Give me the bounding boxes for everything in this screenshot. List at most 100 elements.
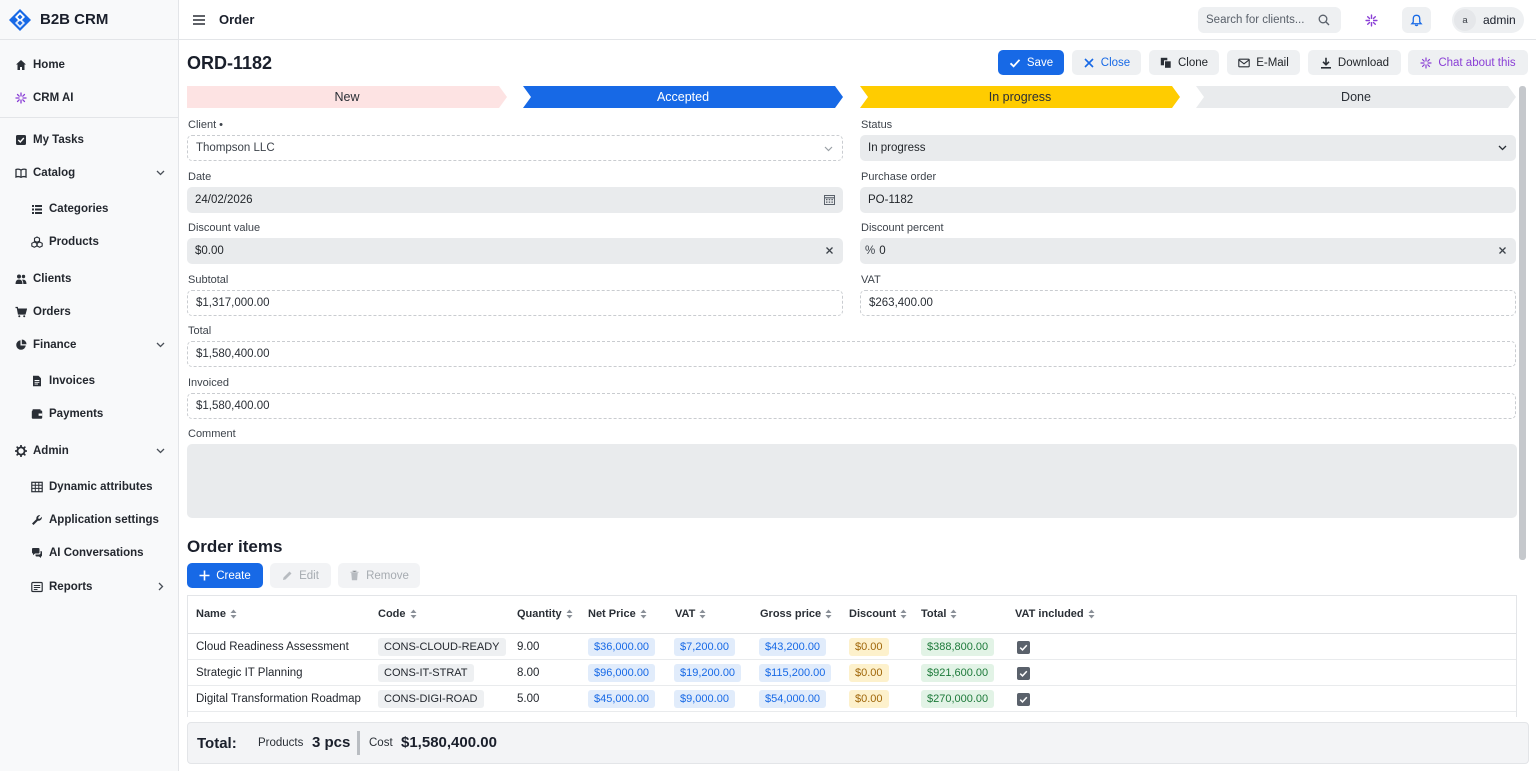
step-new[interactable]: New xyxy=(187,86,507,108)
check-icon xyxy=(1019,644,1028,651)
table-row[interactable]: Strategic IT Planning CONS-IT-STRAT 8.00… xyxy=(188,660,1516,686)
create-item-button[interactable]: Create xyxy=(187,563,263,588)
search-box[interactable] xyxy=(1198,7,1341,33)
edit-item-button[interactable]: Edit xyxy=(270,563,331,588)
clone-button-label: Clone xyxy=(1177,56,1209,69)
cell-vat: $7,200.00 xyxy=(674,634,735,660)
ai-assistant-button[interactable] xyxy=(1357,7,1386,33)
clear-icon[interactable] xyxy=(824,245,835,256)
brand[interactable]: B2B CRM xyxy=(0,0,178,40)
sidebar-item-products[interactable]: Products xyxy=(0,229,178,255)
sidebar-item-application-settings[interactable]: Application settings xyxy=(0,507,178,533)
sidebar-item-payments[interactable]: Payments xyxy=(0,401,178,427)
sidebar-item-my-tasks[interactable]: My Tasks xyxy=(0,127,178,153)
chevron-down-icon[interactable] xyxy=(1497,142,1508,153)
column-header-label: Total xyxy=(921,608,947,620)
chevron-right-icon[interactable] xyxy=(155,581,166,592)
step-in-progress[interactable]: In progress xyxy=(860,86,1180,108)
comment-textarea[interactable] xyxy=(187,444,1517,518)
email-button[interactable]: E-Mail xyxy=(1227,50,1300,75)
close-button[interactable]: Close xyxy=(1072,50,1141,75)
clear-icon[interactable] xyxy=(1497,245,1508,256)
vat-included-checkbox[interactable] xyxy=(1017,640,1030,654)
sidebar-item-clients[interactable]: Clients xyxy=(0,266,178,292)
sidebar-item-crm-ai[interactable]: CRM AI xyxy=(0,85,178,111)
sidebar-item-catalog[interactable]: Catalog xyxy=(0,160,178,186)
sidebar-item-ai-conversations[interactable]: AI Conversations xyxy=(0,540,178,566)
table-row[interactable]: Cloud Readiness Assessment CONS-CLOUD-RE… xyxy=(188,634,1516,660)
cell-name: Strategic IT Planning xyxy=(196,667,303,679)
notifications-button[interactable] xyxy=(1402,7,1431,33)
column-header-net-price[interactable]: Net Price xyxy=(588,608,647,620)
sidebar-item-orders[interactable]: Orders xyxy=(0,299,178,325)
sparkle-icon xyxy=(1365,13,1378,27)
summary-divider xyxy=(357,731,360,755)
sidebar-item-label: My Tasks xyxy=(33,134,84,146)
column-header-label: Discount xyxy=(849,608,897,620)
column-header-quantity[interactable]: Quantity xyxy=(517,608,573,620)
chevron-down-icon[interactable] xyxy=(155,339,166,350)
column-header-name[interactable]: Name xyxy=(196,608,237,620)
search-icon[interactable] xyxy=(1318,14,1330,26)
discount-value-field[interactable]: $0.00 xyxy=(187,238,843,264)
sidebar-item-categories[interactable]: Categories xyxy=(0,196,178,222)
sort-icon xyxy=(825,609,832,619)
step-done[interactable]: Done xyxy=(1196,86,1516,108)
chevron-down-icon[interactable] xyxy=(155,167,166,178)
purchase-order-field[interactable]: PO-1182 xyxy=(860,187,1516,213)
create-item-label: Create xyxy=(216,569,251,582)
envelope-icon xyxy=(1238,58,1250,67)
summary-products-label: Products xyxy=(258,737,304,749)
user-menu[interactable]: a admin xyxy=(1452,7,1524,33)
invoiced-label: Invoiced xyxy=(188,377,229,389)
column-header-total[interactable]: Total xyxy=(921,608,957,620)
sidebar-item-dynamic-attributes[interactable]: Dynamic attributes xyxy=(0,474,178,500)
column-header-vat-included[interactable]: VAT included xyxy=(1015,608,1095,620)
vat-badge: $9,000.00 xyxy=(674,690,735,708)
date-field[interactable]: 24/02/2026 xyxy=(187,187,843,213)
cell-name: Digital Transformation Roadmap xyxy=(196,693,361,705)
column-header-code[interactable]: Code xyxy=(378,608,417,620)
status-select[interactable]: In progress xyxy=(860,135,1516,161)
calendar-icon[interactable] xyxy=(824,194,835,205)
check-icon xyxy=(1019,696,1028,703)
hamburger-menu-icon[interactable] xyxy=(192,13,206,27)
sidebar-item-label: Orders xyxy=(33,306,71,318)
sparkle-icon xyxy=(15,92,27,104)
discount-badge: $0.00 xyxy=(849,664,889,682)
invoiced-field: $1,580,400.00 xyxy=(187,393,1516,419)
cell-code: CONS-IT-STRAT xyxy=(378,660,474,686)
brand-logo-icon xyxy=(9,8,31,31)
search-input[interactable] xyxy=(1206,14,1318,26)
save-button[interactable]: Save xyxy=(998,50,1064,75)
column-header-vat[interactable]: VAT xyxy=(675,608,706,620)
users-icon xyxy=(15,273,27,285)
summary-products-value: 3 pcs xyxy=(312,734,351,751)
code-badge: CONS-CLOUD-READY xyxy=(378,638,506,656)
vat-included-checkbox[interactable] xyxy=(1017,692,1030,706)
discount-percent-value: 0 xyxy=(879,245,886,257)
sidebar-item-label: Finance xyxy=(33,339,77,351)
table-row[interactable]: Digital Transformation Roadmap CONS-DIGI… xyxy=(188,686,1516,712)
sidebar-item-reports[interactable]: Reports xyxy=(0,574,178,600)
page-scrollbar[interactable] xyxy=(1519,86,1526,560)
sidebar-item-admin[interactable]: Admin xyxy=(0,438,178,464)
cell-net-price: $36,000.00 xyxy=(588,634,656,660)
chat-about-this-button[interactable]: Chat about this xyxy=(1408,50,1528,75)
vat-included-checkbox[interactable] xyxy=(1017,666,1030,680)
sidebar-item-home[interactable]: Home xyxy=(0,52,178,78)
sidebar-item-invoices[interactable]: Invoices xyxy=(0,368,178,394)
chevron-down-icon[interactable] xyxy=(823,143,834,154)
sidebar-item-finance[interactable]: Finance xyxy=(0,332,178,358)
step-accepted[interactable]: Accepted xyxy=(523,86,843,108)
chevron-down-icon[interactable] xyxy=(155,445,166,456)
client-select[interactable]: Thompson LLC xyxy=(187,135,843,161)
sidebar-item-label: AI Conversations xyxy=(49,547,144,559)
clone-button[interactable]: Clone xyxy=(1149,50,1219,75)
column-header-discount[interactable]: Discount xyxy=(849,608,907,620)
remove-item-button[interactable]: Remove xyxy=(338,563,420,588)
discount-percent-field[interactable]: % 0 xyxy=(860,238,1516,264)
download-button[interactable]: Download xyxy=(1308,50,1401,75)
sort-icon xyxy=(410,609,416,619)
column-header-gross-price[interactable]: Gross price xyxy=(760,608,832,620)
